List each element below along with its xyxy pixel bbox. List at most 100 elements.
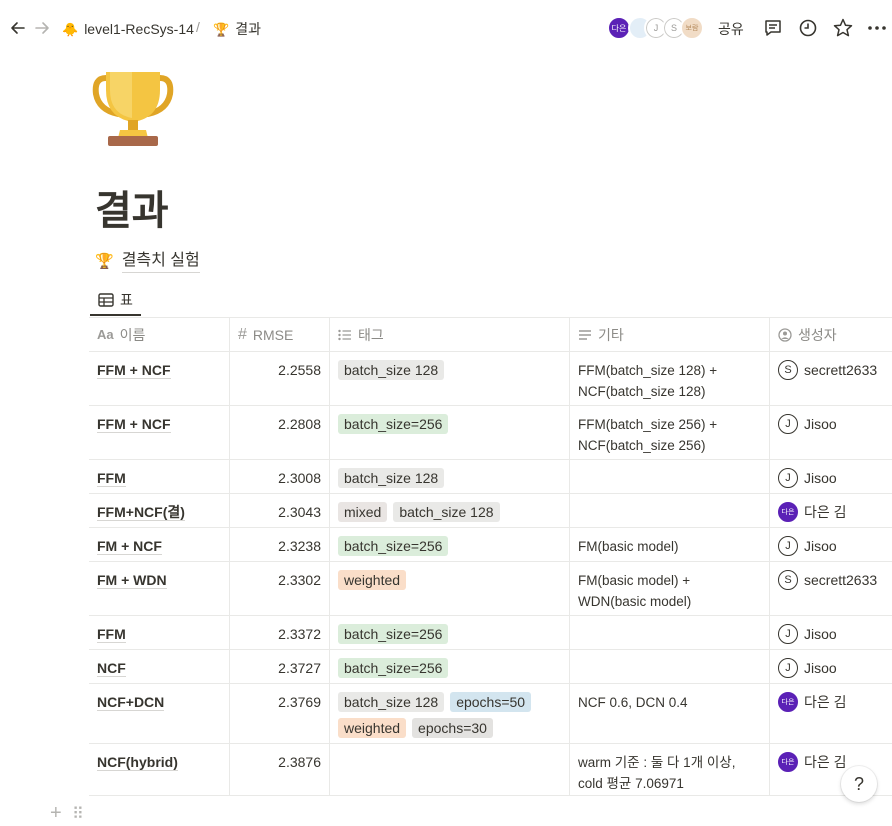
breadcrumb-page[interactable]: 🏆 결과	[213, 19, 261, 40]
user-chip: 다은 다은 김	[778, 502, 884, 523]
cell-tags[interactable]: batch_size 128	[330, 352, 570, 405]
row-title[interactable]: FFM + NCF	[97, 416, 171, 433]
cell-name[interactable]: NCF	[89, 650, 230, 683]
cell-etc[interactable]	[570, 460, 770, 493]
table-row[interactable]: FFM 2.3008 batch_size 128 J Jisoo	[89, 460, 892, 494]
cell-creator[interactable]: J Jisoo	[770, 616, 892, 649]
table-row[interactable]: FFM + NCF 2.2558 batch_size 128 FFM(batch_s…	[89, 352, 892, 406]
cell-rmse[interactable]: 2.2808	[230, 406, 330, 459]
add-block-plus-icon[interactable]: +	[50, 803, 62, 823]
comment-icon[interactable]	[762, 17, 784, 39]
cell-name[interactable]: FFM+NCF(결)	[89, 494, 230, 527]
cell-rmse[interactable]: 2.3372	[230, 616, 330, 649]
table-row[interactable]: FFM + NCF 2.2808 batch_size=256 FFM(batch_s…	[89, 406, 892, 460]
table-row[interactable]: FM + WDN 2.3302 weighted FM(basic model) + …	[89, 562, 892, 616]
cell-creator[interactable]: J Jisoo	[770, 406, 892, 459]
row-title[interactable]: FFM	[97, 470, 126, 487]
cell-creator[interactable]: J Jisoo	[770, 650, 892, 683]
history-clock-icon[interactable]	[797, 17, 819, 39]
cell-etc[interactable]: FFM(batch_size 256) + NCF(batch_size 256…	[570, 406, 770, 459]
tag-chip: mixed	[338, 502, 388, 522]
cell-creator[interactable]: Ssecrett2633	[770, 562, 892, 615]
trophy-icon[interactable]	[92, 68, 174, 150]
column-header-tags[interactable]: 태그	[330, 318, 570, 351]
row-title[interactable]: FM + NCF	[97, 538, 162, 555]
row-title[interactable]: FFM + NCF	[97, 362, 171, 379]
table-row[interactable]: NCF(hybrid) 2.3876 warm 기준 : 둘 다 1개 이상, co…	[89, 744, 892, 796]
cell-tags[interactable]: batch_size=256	[330, 650, 570, 683]
table-row[interactable]: NCF 2.3727 batch_size=256 J Jisoo	[89, 650, 892, 684]
back-arrow-icon[interactable]	[7, 18, 29, 40]
cell-etc[interactable]	[570, 616, 770, 649]
share-button[interactable]: 공유	[718, 19, 744, 39]
cell-etc[interactable]	[570, 494, 770, 527]
cell-etc[interactable]: FFM(batch_size 128) + NCF(batch_size 128…	[570, 352, 770, 405]
table-body: FFM + NCF 2.2558 batch_size 128 FFM(batch_s…	[89, 352, 892, 796]
cell-name[interactable]: FM + NCF	[89, 528, 230, 561]
avatar[interactable]: 보람	[680, 16, 704, 40]
tag-chip: batch_size 128	[393, 502, 500, 522]
cell-etc[interactable]: FM(basic model) + WDN(basic model)	[570, 562, 770, 615]
cell-rmse[interactable]: 2.3727	[230, 650, 330, 683]
row-title[interactable]: FM + WDN	[97, 572, 167, 589]
user-chip: J Jisoo	[778, 624, 884, 645]
cell-tags[interactable]: batch_size=256	[330, 528, 570, 561]
cell-tags[interactable]	[330, 744, 570, 795]
cell-creator[interactable]: Ssecrett2633	[770, 352, 892, 405]
column-header-rmse[interactable]: # RMSE	[230, 318, 330, 351]
avatar: 다은	[778, 692, 798, 712]
sub-page-link[interactable]: 🏆 결측치 실험	[95, 250, 200, 273]
cell-rmse[interactable]: 2.3238	[230, 528, 330, 561]
cell-creator[interactable]: 다은 다은 김	[770, 494, 892, 527]
table-row[interactable]: FM + NCF 2.3238 batch_size=256 FM(basic mod…	[89, 528, 892, 562]
cell-name[interactable]: FFM + NCF	[89, 352, 230, 405]
cell-rmse[interactable]: 2.3876	[230, 744, 330, 795]
cell-rmse[interactable]: 2.3008	[230, 460, 330, 493]
cell-tags[interactable]: weighted	[330, 562, 570, 615]
cell-tags[interactable]: batch_size=256	[330, 616, 570, 649]
help-button[interactable]: ?	[841, 766, 877, 802]
cell-rmse[interactable]: 2.3769	[230, 684, 330, 743]
drag-handle-icon[interactable]: ⠿	[72, 804, 84, 824]
tag-chip: batch_size 128	[338, 468, 445, 488]
table-row[interactable]: FFM 2.3372 batch_size=256 J Jisoo	[89, 616, 892, 650]
cell-name[interactable]: FFM + NCF	[89, 406, 230, 459]
cell-rmse[interactable]: 2.3302	[230, 562, 330, 615]
table-row[interactable]: FFM+NCF(결) 2.3043 mixed batch_size 128 다은 다은 …	[89, 494, 892, 528]
column-header-name[interactable]: Aa 이름	[89, 318, 230, 351]
cell-tags[interactable]: batch_size 128	[330, 460, 570, 493]
table-row[interactable]: NCF+DCN 2.3769 batch_size 128 epochs=50 weig…	[89, 684, 892, 744]
cell-creator[interactable]: J Jisoo	[770, 460, 892, 493]
row-title[interactable]: NCF	[97, 660, 126, 677]
cell-tags[interactable]: batch_size 128 epochs=50 weighted epochs=30	[330, 684, 570, 743]
cell-name[interactable]: FM + WDN	[89, 562, 230, 615]
cell-tags[interactable]: mixed batch_size 128	[330, 494, 570, 527]
star-icon[interactable]	[832, 17, 854, 39]
cell-etc[interactable]: warm 기준 : 둘 다 1개 이상, cold 평균 7.06971	[570, 744, 770, 795]
cell-name[interactable]: NCF+DCN	[89, 684, 230, 743]
cell-etc[interactable]	[570, 650, 770, 683]
list-icon	[338, 329, 352, 341]
cell-etc[interactable]: FM(basic model)	[570, 528, 770, 561]
page-title[interactable]: 결과	[95, 185, 169, 237]
cell-etc[interactable]: NCF 0.6, DCN 0.4	[570, 684, 770, 743]
cell-name[interactable]: NCF(hybrid)	[89, 744, 230, 795]
cell-creator[interactable]: 다은 다은 김	[770, 684, 892, 743]
more-icon[interactable]	[866, 17, 888, 39]
row-title[interactable]: NCF+DCN	[97, 694, 165, 711]
cell-rmse[interactable]: 2.2558	[230, 352, 330, 405]
column-header-creator[interactable]: 생성자	[770, 318, 892, 351]
row-title[interactable]: FFM+NCF(결)	[97, 504, 185, 521]
row-title[interactable]: NCF(hybrid)	[97, 754, 178, 771]
breadcrumb-workspace[interactable]: 🐥 level1-RecSys-14	[62, 19, 194, 40]
cell-creator[interactable]: J Jisoo	[770, 528, 892, 561]
cell-rmse[interactable]: 2.3043	[230, 494, 330, 527]
forward-arrow-icon[interactable]	[31, 18, 53, 40]
tab-table-view[interactable]: 표	[90, 286, 141, 316]
cell-tags[interactable]: batch_size=256	[330, 406, 570, 459]
column-header-etc[interactable]: 기타	[570, 318, 770, 351]
cell-name[interactable]: FFM	[89, 616, 230, 649]
cell-name[interactable]: FFM	[89, 460, 230, 493]
user-name: Jisoo	[804, 538, 837, 554]
row-title[interactable]: FFM	[97, 626, 126, 643]
